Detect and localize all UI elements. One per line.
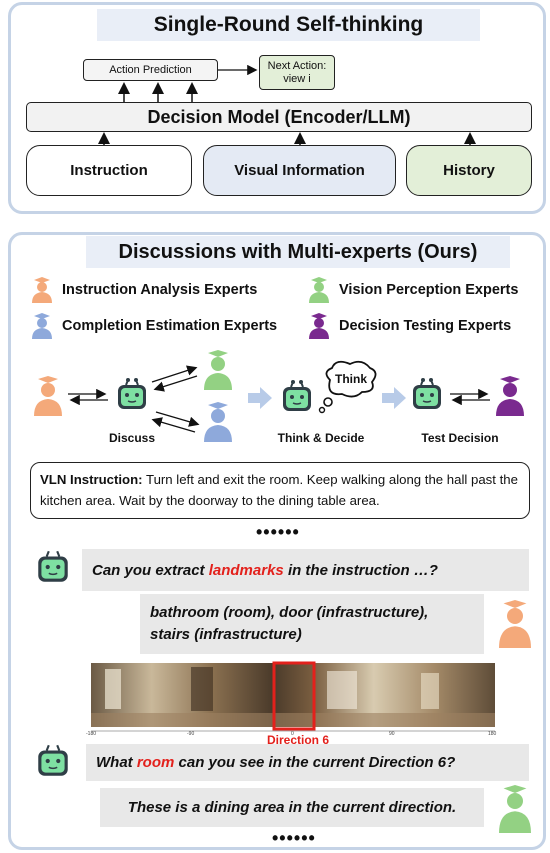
legend-vision-perception: Vision Perception Experts: [307, 277, 518, 303]
expert-purple-icon: [309, 313, 329, 339]
question-1-bubble: Can you extract landmarks in the instruc…: [82, 549, 529, 591]
ellipsis-top: ••••••: [256, 522, 300, 542]
flow-blue-expert-icon: [204, 402, 232, 442]
top-arrows: [98, 64, 476, 145]
a1-line1: bathroom (room), door (infrastructure),: [150, 604, 429, 621]
robot-avatar-2: [38, 744, 68, 776]
robot-avatar-1: [38, 550, 68, 582]
ellipsis-bottom: ••••••: [272, 828, 316, 848]
question-2-bubble: What room can you see in the current Dir…: [86, 744, 529, 781]
flow-arrow-1: [248, 387, 272, 409]
flow-robot-test-icon: [412, 377, 442, 410]
caption-think-decide: Think & Decide: [277, 431, 365, 445]
legend-completion-estimation: Completion Estimation Experts: [30, 313, 277, 339]
legend-label-instruction: Instruction Analysis Experts: [62, 282, 258, 298]
think-bubble: [318, 360, 377, 414]
legend-label-decision: Decision Testing Experts: [339, 318, 512, 334]
legend-label-completion: Completion Estimation Experts: [62, 318, 278, 334]
vln-instruction-label: VLN Instruction:: [40, 472, 143, 487]
think-bubble-label: Think: [335, 372, 367, 386]
pano-tick-1: -180: [86, 731, 97, 737]
legend-instruction-analysis: Instruction Analysis Experts: [30, 277, 257, 303]
caption-test-decision: Test Decision: [421, 431, 499, 445]
flow-arrow-2: [382, 387, 406, 409]
caption-discuss: Discuss: [108, 431, 156, 445]
answer-2-bubble: These is a dining area in the current di…: [100, 788, 484, 827]
flow-robot-think-icon: [282, 379, 312, 412]
flow-green-expert-icon: [204, 350, 232, 390]
legend-label-vision: Vision Perception Experts: [339, 282, 519, 298]
answer-2-green-expert-icon: [499, 785, 531, 833]
a1-line2: stairs (infrastructure): [150, 626, 302, 643]
q2-pre: What: [96, 754, 133, 771]
flow-robot-discuss-icon: [117, 377, 147, 410]
q1-highlight: landmarks: [208, 561, 284, 579]
q2-post: can you see in the current Direction 6?: [178, 754, 456, 771]
pano-tick-5: 180: [488, 731, 497, 737]
legend-decision-testing: Decision Testing Experts: [307, 313, 511, 339]
flow-orange-expert-icon: [34, 376, 62, 416]
expert-green-icon: [309, 277, 329, 303]
q1-pre: Can you extract: [92, 561, 205, 579]
expert-orange-icon: [32, 277, 52, 303]
a2-text: These is a dining area in the current di…: [127, 799, 457, 816]
flow-purple-expert-icon: [496, 376, 524, 416]
q2-highlight: room: [136, 754, 175, 771]
multi-experts-title: Discussions with Multi-experts (Ours): [86, 236, 510, 268]
vln-instruction-box: VLN Instruction: Turn left and exit the …: [30, 462, 530, 519]
pano-tick-2: -90: [187, 731, 195, 737]
q1-post: in the instruction …?: [287, 561, 438, 579]
expert-blue-icon: [32, 313, 52, 339]
answer-1-bubble: bathroom (room), door (infrastructure), …: [140, 594, 484, 654]
answer-1-orange-expert-icon: [499, 600, 531, 648]
panorama-image: [91, 661, 495, 732]
pano-tick-4: 90: [389, 731, 395, 737]
